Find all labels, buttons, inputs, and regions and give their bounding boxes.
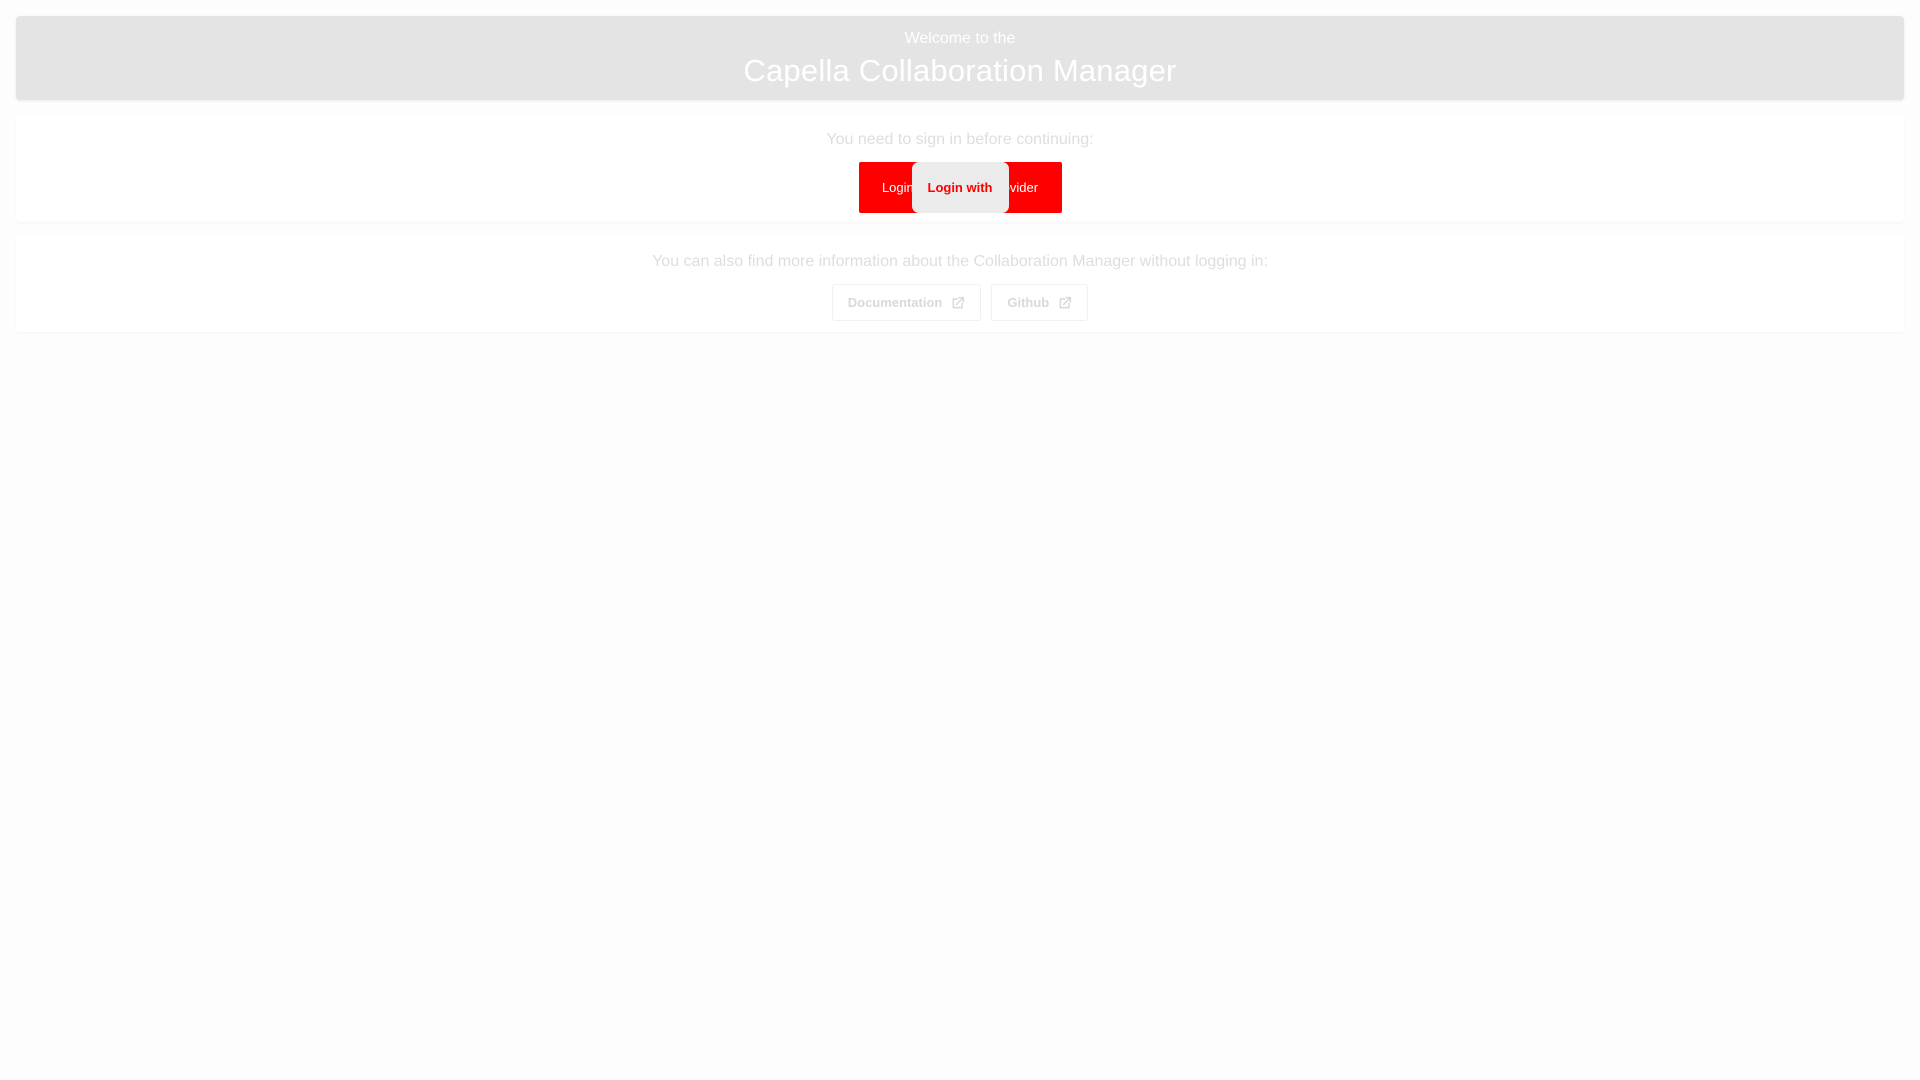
header-subtitle: Welcome to the	[904, 29, 1016, 47]
login-button-overlay[interactable]: Login with	[911, 162, 1009, 213]
login-overlay-label: Login with	[927, 180, 993, 195]
github-link[interactable]: Github	[991, 284, 1089, 321]
sign-in-prompt: You need to sign in before continuing:	[826, 131, 1094, 148]
documentation-link[interactable]: Documentation	[831, 284, 982, 321]
page: Welcome to the Capella Collaboration Man…	[0, 0, 1920, 1080]
login-area: Login with Identity Provider Login with	[858, 162, 1062, 213]
login-card: You need to sign in before continuing: L…	[16, 116, 1904, 222]
info-card: You can also find more information about…	[16, 236, 1904, 332]
page-title: Capella Collaboration Manager	[743, 52, 1177, 88]
info-text: You can also find more information about…	[652, 253, 1268, 270]
external-links: Documentation Github	[831, 284, 1089, 321]
open-in-new-icon	[1057, 295, 1073, 311]
documentation-link-label: Documentation	[847, 295, 943, 310]
github-link-label: Github	[1007, 295, 1050, 310]
welcome-header: Welcome to the Capella Collaboration Man…	[16, 16, 1904, 100]
open-in-new-icon	[950, 295, 966, 311]
